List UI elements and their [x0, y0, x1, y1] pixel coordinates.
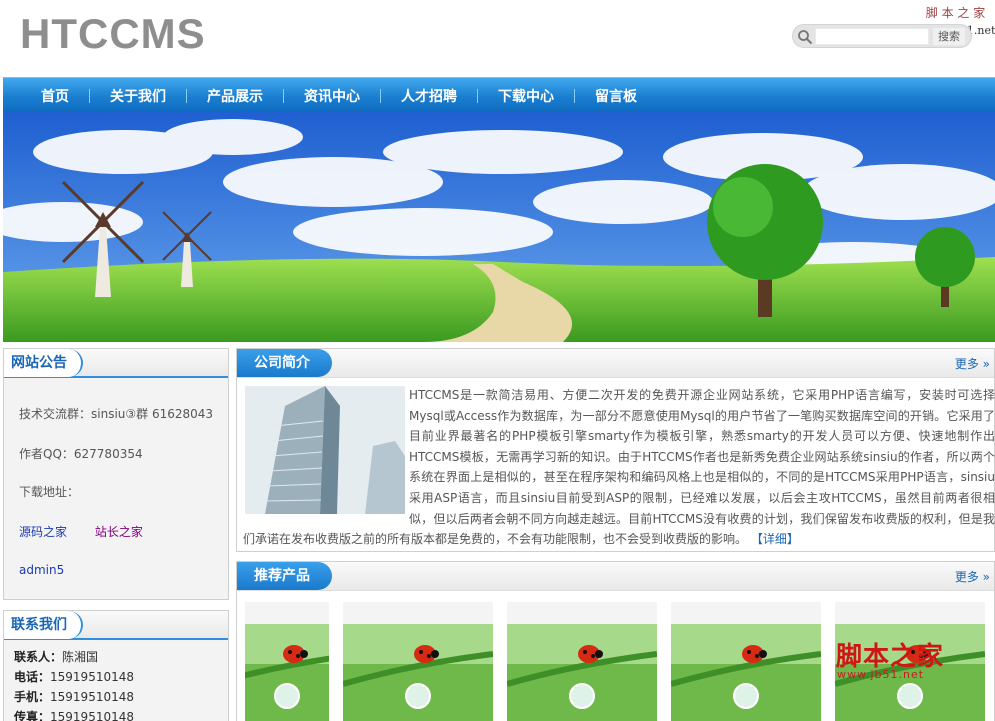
- watermark-title: 脚 本 之 家: [925, 6, 986, 20]
- contact-row: 手机：15919510148: [4, 687, 134, 707]
- nav-jobs[interactable]: 人才招聘: [381, 86, 477, 106]
- nav-home[interactable]: 首页: [21, 86, 89, 106]
- about-detail-link[interactable]: 【详细】: [751, 532, 799, 546]
- product-item[interactable]: [671, 602, 821, 721]
- double-chevron-icon: »: [982, 570, 990, 584]
- ladybug-scene: [671, 624, 821, 721]
- products-header: 推荐产品 更多 »: [237, 562, 994, 591]
- site-logo[interactable]: HTCCMS: [20, 10, 206, 58]
- notice-line-group: 技术交流群：sinsiu③群 61628043: [19, 407, 214, 421]
- search-input[interactable]: [815, 28, 929, 45]
- nav-guestbook[interactable]: 留言板: [575, 86, 657, 106]
- notice-panel: 网站公告 技术交流群：sinsiu③群 61628043 作者QQ：627780…: [3, 348, 229, 600]
- banner-image: [3, 112, 995, 342]
- about-text: HTCCMS是一款简洁易用、方便二次开发的免费开源企业网站系统，它采用PHP语言…: [243, 385, 995, 550]
- main-nav: 首页 关于我们 产品展示 资讯中心 人才招聘 下载中心 留言板: [3, 77, 995, 112]
- contact-panel: 联系我们 联系人：陈湘国 电话：15919510148 手机：159195101…: [3, 610, 229, 721]
- notice-line-download: 下载地址：: [19, 485, 80, 499]
- ladybug-scene: [507, 624, 657, 721]
- contact-label: 电话：: [14, 670, 51, 684]
- contact-row: 联系人：陈湘国: [4, 647, 134, 667]
- products-more-label: 更多: [954, 570, 979, 584]
- notice-title: 网站公告: [4, 349, 83, 377]
- contact-value: 15919510148: [50, 690, 134, 704]
- contact-label: 联系人：: [14, 650, 63, 664]
- product-item[interactable]: [343, 602, 493, 721]
- about-more-link[interactable]: 更多 »: [955, 355, 990, 372]
- nav-downloads[interactable]: 下载中心: [478, 86, 574, 106]
- contact-value: 15919510148: [50, 670, 134, 684]
- contact-label: 手机：: [14, 690, 51, 704]
- nav-products[interactable]: 产品展示: [187, 86, 283, 106]
- about-header: 公司简介 更多 »: [237, 349, 994, 378]
- contact-header: 联系我们: [4, 611, 228, 640]
- ladybug-scene: [343, 624, 493, 721]
- products-title: 推荐产品: [237, 562, 332, 590]
- watermark-bottom-url: www.jb51.net: [837, 668, 925, 681]
- ladybug-image: [671, 624, 821, 721]
- search-box: 搜索: [792, 24, 972, 48]
- product-item[interactable]: [245, 602, 329, 721]
- nav-news[interactable]: 资讯中心: [284, 86, 380, 106]
- notice-header: 网站公告: [4, 349, 228, 378]
- contact-value: 15919510148: [50, 710, 134, 721]
- about-panel: 公司简介 更多 » HTCCMS是一款简洁易用、方便二次开发的免费开源企业网站系…: [236, 348, 995, 552]
- ladybug-image: [507, 624, 657, 721]
- product-item[interactable]: [507, 602, 657, 721]
- contact-value: 陈湘国: [62, 650, 99, 664]
- about-title: 公司简介: [237, 349, 332, 377]
- contact-label: 传真：: [14, 710, 51, 721]
- double-chevron-icon: »: [982, 357, 990, 371]
- search-button[interactable]: 搜索: [933, 28, 965, 45]
- notice-line-qq: 作者QQ：627780354: [19, 447, 143, 461]
- link-yuanma[interactable]: 源码之家: [19, 525, 67, 539]
- download-links: 源码之家 站长之家: [19, 523, 167, 540]
- link-chinaz[interactable]: 站长之家: [95, 525, 143, 539]
- ladybug-image: [245, 624, 329, 721]
- banner-scene: [3, 112, 995, 342]
- about-more-label: 更多: [954, 357, 979, 371]
- search-icon[interactable]: [797, 29, 813, 45]
- contact-title: 联系我们: [4, 611, 83, 639]
- contact-row: 电话：15919510148: [4, 667, 134, 687]
- ladybug-image: [343, 624, 493, 721]
- page: HTCCMS 脚 本 之 家 www.Jb51.net 搜索 首页 关于我们 产…: [0, 0, 995, 721]
- link-admin5[interactable]: admin5: [19, 563, 64, 577]
- contact-rows: 联系人：陈湘国 电话：15919510148 手机：15919510148 传真…: [4, 647, 134, 721]
- nav-about[interactable]: 关于我们: [90, 86, 186, 106]
- ladybug-scene: [245, 624, 329, 721]
- products-more-link[interactable]: 更多 »: [955, 568, 990, 585]
- contact-row: 传真：15919510148: [4, 707, 134, 721]
